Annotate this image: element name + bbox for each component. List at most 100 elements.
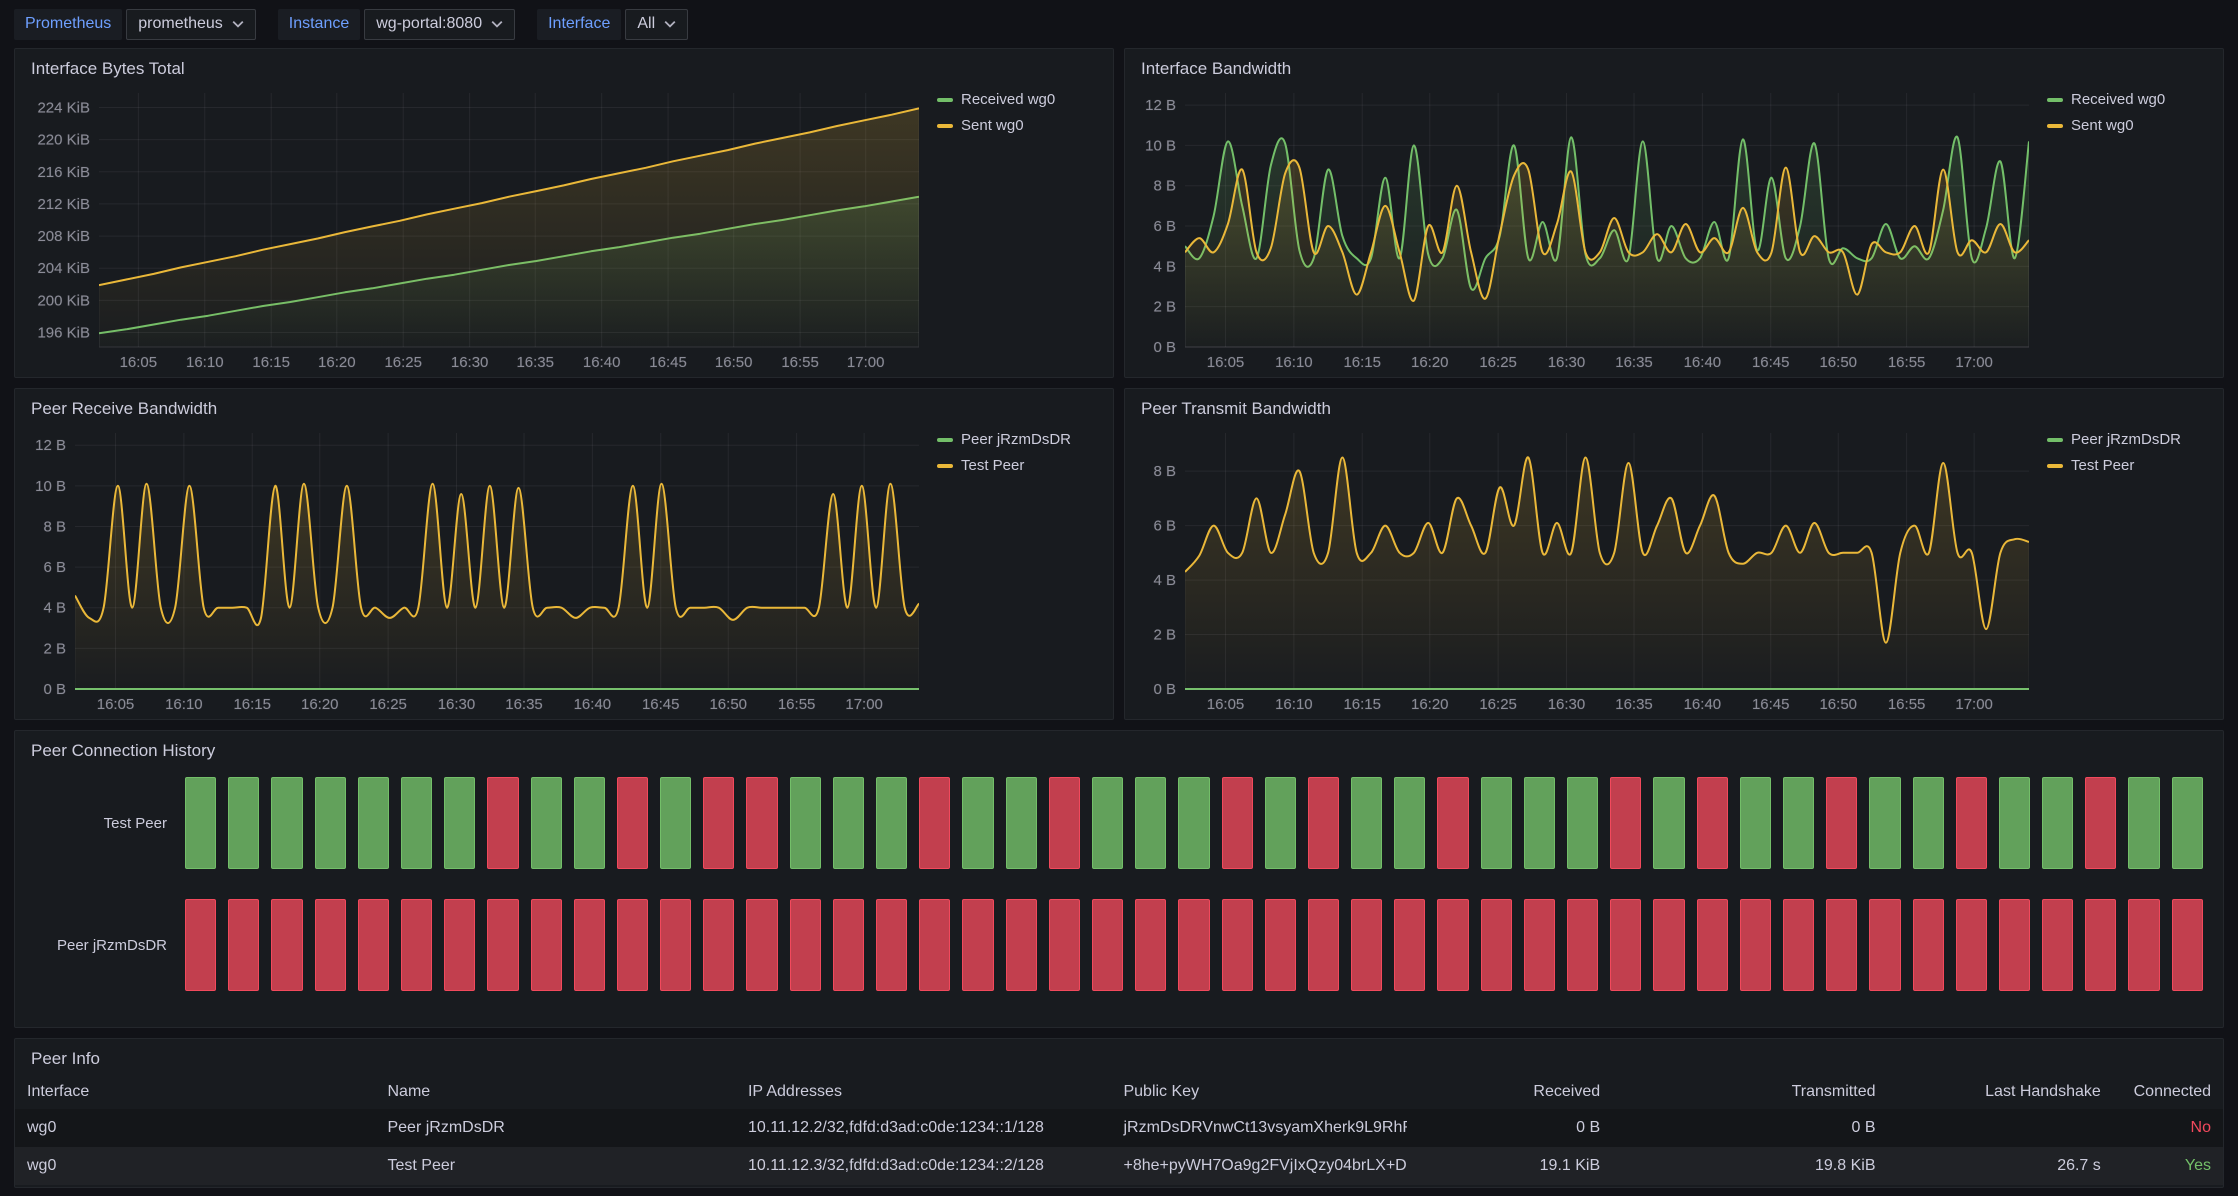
svg-text:204 KiB: 204 KiB	[37, 260, 90, 277]
x-axis-tick: 16:41	[1463, 1026, 1501, 1028]
svg-text:10 B: 10 B	[1145, 137, 1176, 154]
panel-title[interactable]: Peer Info	[15, 1039, 2223, 1069]
svg-text:16:45: 16:45	[642, 696, 680, 713]
status-block-down	[1697, 899, 1728, 991]
legend-series-swatch	[937, 438, 953, 442]
legend-series-swatch	[2047, 124, 2063, 128]
panel-title[interactable]: Peer Receive Bandwidth	[15, 389, 1113, 419]
legend-series-swatch	[2047, 438, 2063, 442]
legend-item[interactable]: Received wg0	[937, 91, 1101, 108]
svg-text:0 B: 0 B	[43, 681, 66, 698]
status-block-down	[1135, 899, 1166, 991]
status-block-up	[2042, 777, 2073, 869]
panel-peer-connection-history: Peer Connection History Test Peer Peer jR…	[14, 730, 2224, 1028]
status-block-down	[1956, 899, 1987, 991]
status-block-down	[876, 899, 907, 991]
status-block-down	[790, 899, 821, 991]
svg-text:16:20: 16:20	[1411, 696, 1449, 713]
status-history-x-axis: 16:0616:1116:1616:2116:2616:3116:3616:41…	[203, 1021, 2203, 1028]
variable-label-interface[interactable]: Interface	[537, 9, 621, 40]
column-header-ip-addresses[interactable]: IP Addresses	[736, 1075, 1112, 1109]
svg-text:16:25: 16:25	[384, 354, 422, 371]
status-block-down	[487, 777, 518, 869]
x-axis-tick: 16:26	[971, 1026, 1009, 1028]
status-block-down	[2172, 899, 2203, 991]
status-block-down	[746, 777, 777, 869]
svg-text:16:55: 16:55	[778, 696, 816, 713]
svg-text:16:05: 16:05	[97, 696, 135, 713]
status-block-down	[1178, 899, 1209, 991]
column-header-interface[interactable]: Interface	[15, 1075, 375, 1109]
status-block-down	[2085, 899, 2116, 991]
legend-item[interactable]: Received wg0	[2047, 91, 2211, 108]
variable-select-prometheus[interactable]: prometheus	[126, 9, 256, 40]
svg-text:16:55: 16:55	[1888, 354, 1926, 371]
svg-text:16:30: 16:30	[1548, 696, 1586, 713]
svg-text:16:50: 16:50	[715, 354, 753, 371]
svg-text:16:05: 16:05	[120, 354, 158, 371]
panel-title[interactable]: Peer Transmit Bandwidth	[1125, 389, 2223, 419]
chart-plot-area[interactable]: 0 B2 B4 B6 B8 B10 B12 B16:0516:1016:1516…	[25, 423, 925, 715]
chart-plot-area[interactable]: 196 KiB200 KiB204 KiB208 KiB212 KiB216 K…	[25, 83, 925, 373]
column-header-received[interactable]: Received	[1407, 1075, 1612, 1109]
status-block-down	[1222, 899, 1253, 991]
chart-plot-area[interactable]: 0 B2 B4 B6 B8 B10 B12 B16:0516:1016:1516…	[1135, 83, 2035, 373]
variable-select-instance[interactable]: wg-portal:8080	[364, 9, 515, 40]
chevron-down-icon	[664, 20, 676, 28]
svg-text:0 B: 0 B	[1153, 681, 1176, 698]
status-block-down	[2128, 899, 2159, 991]
status-block-down	[401, 899, 432, 991]
column-header-last-handshake[interactable]: Last Handshake	[1887, 1075, 2112, 1109]
status-block-up	[1006, 777, 1037, 869]
status-block-down	[1524, 899, 1555, 991]
status-history-row-label: Test Peer	[25, 815, 185, 832]
panel-title[interactable]: Interface Bytes Total	[15, 49, 1113, 79]
status-history-row-label: Peer jRzmDsDR	[25, 937, 185, 954]
panel-title[interactable]: Peer Connection History	[15, 731, 2223, 761]
peer-info-table: Interface Name IP Addresses Public Key R…	[15, 1075, 2223, 1185]
status-block-down	[660, 899, 691, 991]
svg-text:8 B: 8 B	[43, 518, 66, 535]
status-block-down	[833, 899, 864, 991]
chart-svg: 0 B2 B4 B6 B8 B10 B12 B16:0516:1016:1516…	[1135, 83, 2035, 373]
legend-item[interactable]: Peer jRzmDsDR	[937, 431, 1101, 448]
svg-text:16:35: 16:35	[1615, 354, 1653, 371]
column-header-public-key[interactable]: Public Key	[1111, 1075, 1406, 1109]
status-history-row: Test Peer	[25, 777, 2203, 869]
variable-value: prometheus	[138, 15, 223, 33]
status-block-up	[1567, 777, 1598, 869]
panel-title[interactable]: Interface Bandwidth	[1125, 49, 2223, 79]
chart-plot-area[interactable]: 0 B2 B4 B6 B8 B16:0516:1016:1516:2016:25…	[1135, 423, 2035, 715]
svg-text:16:05: 16:05	[1207, 696, 1245, 713]
status-block-up	[1869, 777, 1900, 869]
x-axis-tick: 16:46	[1627, 1026, 1665, 1028]
status-block-down	[1610, 899, 1641, 991]
legend-item[interactable]: Test Peer	[937, 457, 1101, 474]
status-block-up	[790, 777, 821, 869]
column-header-transmitted[interactable]: Transmitted	[1612, 1075, 1887, 1109]
status-block-up	[1740, 777, 1771, 869]
status-block-up	[660, 777, 691, 869]
column-header-connected[interactable]: Connected	[2113, 1075, 2223, 1109]
status-block-up	[531, 777, 562, 869]
legend-item[interactable]: Sent wg0	[2047, 117, 2211, 134]
variable-label-instance[interactable]: Instance	[278, 9, 360, 40]
x-axis-tick: 16:11	[480, 1026, 516, 1028]
variable-select-interface[interactable]: All	[625, 9, 688, 40]
status-block-up	[1135, 777, 1166, 869]
svg-text:16:20: 16:20	[1411, 354, 1449, 371]
variable-label-prometheus[interactable]: Prometheus	[14, 9, 122, 40]
svg-text:16:35: 16:35	[516, 354, 554, 371]
status-block-down	[1308, 777, 1339, 869]
status-block-down	[358, 899, 389, 991]
column-header-name[interactable]: Name	[375, 1075, 735, 1109]
svg-text:16:15: 16:15	[233, 696, 271, 713]
chevron-down-icon	[232, 20, 244, 28]
legend-series-label: Peer jRzmDsDR	[961, 431, 1071, 448]
legend-item[interactable]: Sent wg0	[937, 117, 1101, 134]
status-block-up	[1351, 777, 1382, 869]
variable-value: All	[637, 15, 655, 33]
legend-item[interactable]: Test Peer	[2047, 457, 2211, 474]
legend-item[interactable]: Peer jRzmDsDR	[2047, 431, 2211, 448]
cell-interface: wg0	[15, 1147, 375, 1185]
